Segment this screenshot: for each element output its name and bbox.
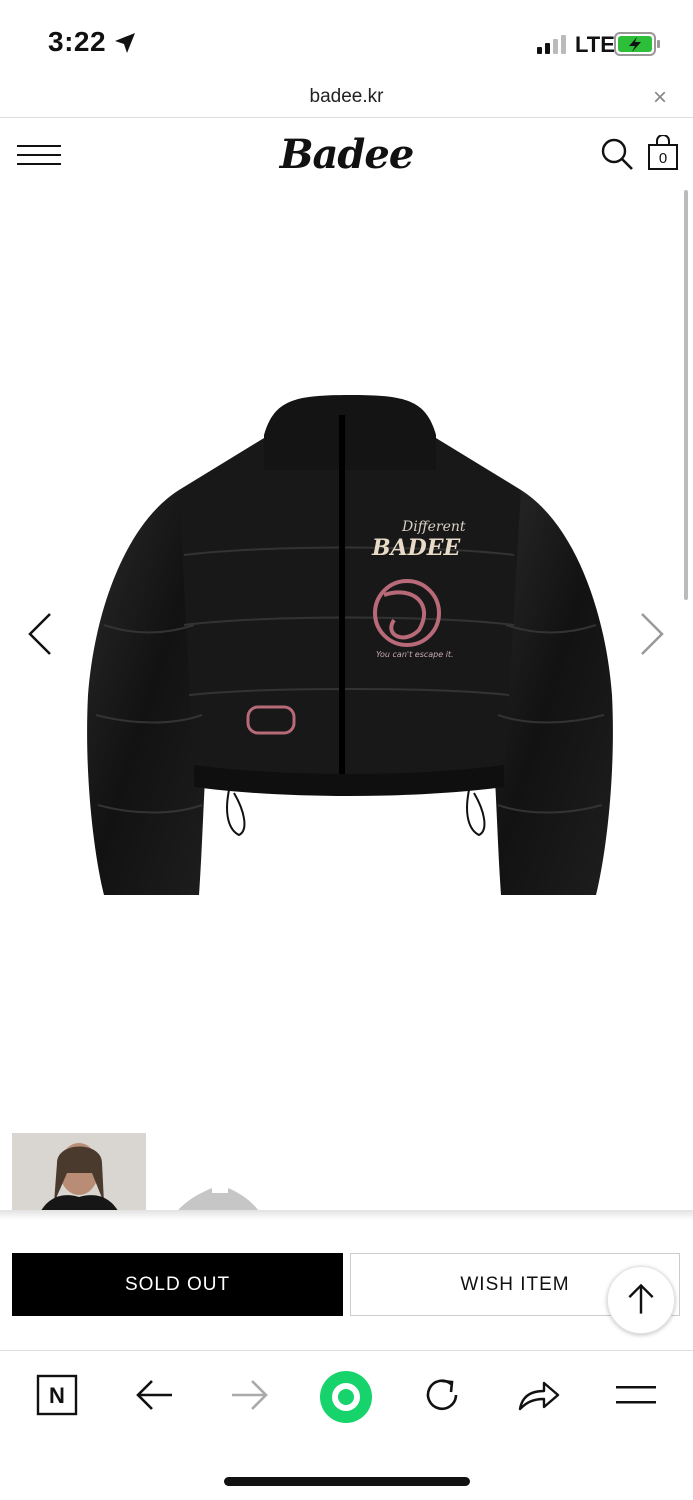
- patch-small-text: Different: [401, 519, 466, 535]
- url-text[interactable]: badee.kr: [0, 86, 693, 108]
- naver-n-label: N: [49, 1383, 65, 1408]
- sold-out-button[interactable]: SOLD OUT: [12, 1253, 343, 1316]
- browser-toolbar: N: [0, 1350, 693, 1442]
- scroll-to-top-button[interactable]: [607, 1266, 675, 1334]
- patch-script-text: You can't escape it.: [376, 650, 454, 659]
- purchase-bar: SOLD OUT WISH ITEM: [0, 1253, 693, 1317]
- status-time: 3:22: [48, 26, 107, 57]
- back-arrow-icon[interactable]: [130, 1371, 178, 1419]
- chevron-left-icon[interactable]: [26, 610, 56, 658]
- model-photo: [12, 1133, 146, 1219]
- reload-icon[interactable]: [418, 1371, 466, 1419]
- thumbnail-jacket[interactable]: [160, 1133, 270, 1219]
- arrow-up-icon: [628, 1283, 654, 1314]
- home-indicator: [224, 1477, 470, 1486]
- scrollbar[interactable]: [684, 190, 688, 600]
- product-image[interactable]: Different BADEE You can't escape it.: [84, 395, 616, 905]
- section-divider: [0, 1210, 693, 1220]
- green-home-icon[interactable]: [318, 1369, 374, 1425]
- forward-arrow-icon[interactable]: [226, 1371, 274, 1419]
- location-arrow-icon: [115, 33, 135, 53]
- close-icon[interactable]: ×: [653, 86, 667, 110]
- share-icon[interactable]: [514, 1371, 562, 1419]
- network-type: LTE: [575, 32, 615, 57]
- jacket-photo: [172, 1188, 264, 1219]
- battery-charging-icon: [614, 32, 660, 56]
- signal-icon: [537, 35, 566, 54]
- menu-icon[interactable]: [612, 1371, 660, 1419]
- naver-n-button[interactable]: N: [33, 1371, 81, 1419]
- thumbnail-strip: [0, 1133, 693, 1219]
- browser-url-bar[interactable]: badee.kr ×: [0, 84, 693, 118]
- cart-count: 0: [658, 150, 668, 167]
- shopping-bag-button[interactable]: 0: [647, 135, 679, 171]
- site-header: Badee 0: [0, 119, 693, 191]
- status-bar: 3:22 LTE: [0, 0, 693, 84]
- thumbnail-model[interactable]: [12, 1133, 146, 1219]
- chevron-right-icon[interactable]: [636, 610, 666, 658]
- search-icon[interactable]: [600, 137, 634, 171]
- patch-big-text: BADEE: [371, 535, 462, 561]
- site-logo[interactable]: Badee: [0, 131, 693, 178]
